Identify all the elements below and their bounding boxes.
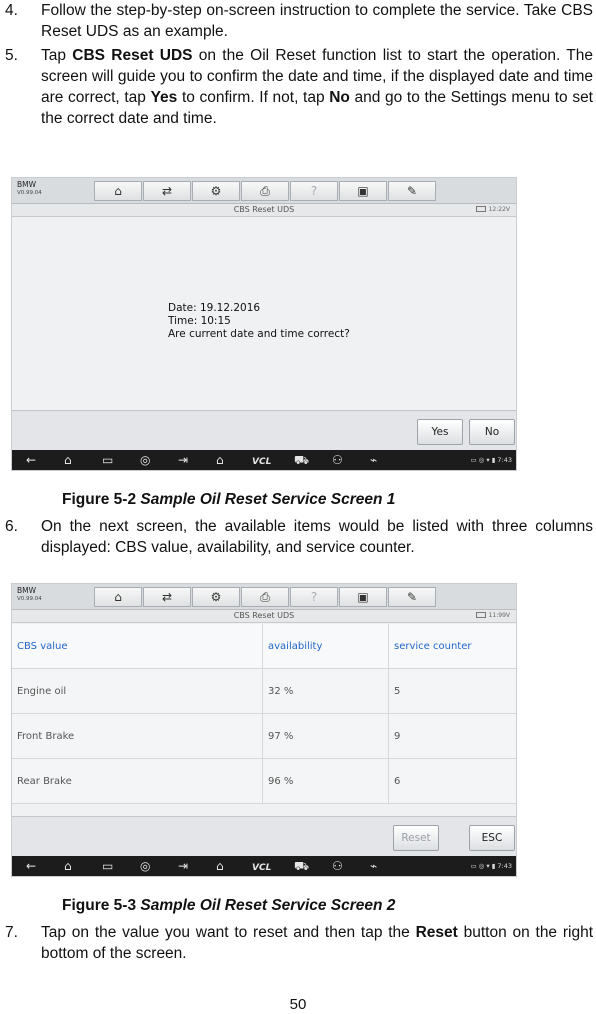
- step-4: 4. Follow the step-by-step on-screen ins…: [5, 0, 593, 42]
- service-icon[interactable]: ⚇: [332, 858, 343, 874]
- screenshot-icon[interactable]: ⇥: [178, 452, 188, 468]
- home-icon[interactable]: ⌂: [64, 452, 72, 468]
- help-icon[interactable]: ?: [290, 181, 338, 201]
- cell-service-counter[interactable]: 5: [389, 669, 516, 714]
- button-bar: Yes No: [12, 410, 516, 450]
- step-6: 6. On the next screen, the available ite…: [5, 516, 593, 558]
- time-line: Time: 10:15: [168, 315, 231, 327]
- maxi-home-icon[interactable]: ⌂: [216, 452, 224, 468]
- table-row[interactable]: Engine oil 32 % 5: [12, 669, 516, 714]
- car-icon[interactable]: ⛟: [294, 452, 309, 468]
- step-number: 7.: [5, 924, 18, 941]
- android-nav-bar: ▭ ◎ ▾ ▮ 7:43 ← ⌂ ▭ ◎ ⇥ ⌂ VCL ⛟ ⚇ ⌁: [12, 856, 516, 876]
- gear-icon[interactable]: ⚙: [192, 181, 240, 201]
- home-icon[interactable]: ⌂: [64, 858, 72, 874]
- printer-icon[interactable]: ⎙: [241, 181, 289, 201]
- reset-button[interactable]: Reset: [393, 825, 439, 851]
- vehicle-swap-icon[interactable]: ⇄: [143, 587, 191, 607]
- screenshot-oil-reset-2: BMW V0.99.04 ⌂ ⇄ ⚙ ⎙? ▣ ✎ CBS Reset UDS 11:99V…: [11, 583, 517, 877]
- back-icon[interactable]: ←: [26, 452, 36, 468]
- pen-icon[interactable]: ✎: [388, 181, 436, 201]
- reset-term: Reset: [415, 924, 458, 941]
- no-button[interactable]: No: [469, 419, 515, 445]
- recent-apps-icon[interactable]: ▭: [102, 858, 113, 874]
- battery-icon: [475, 206, 486, 212]
- toolbar-buttons: ⌂ ⇄ ⚙ ⎙? ▣ ✎: [94, 587, 437, 607]
- vehicle-brand: BMW V0.99.04: [17, 180, 42, 196]
- cell-service-counter[interactable]: 6: [389, 759, 516, 804]
- maxi-home-icon[interactable]: ⌂: [216, 858, 224, 874]
- window-title: CBS Reset UDS: [233, 205, 295, 214]
- help-icon[interactable]: ?: [290, 587, 338, 607]
- connection-icon[interactable]: ⌁: [370, 858, 377, 874]
- printer-icon[interactable]: ⎙: [241, 587, 289, 607]
- table-row[interactable]: Front Brake 97 % 9: [12, 714, 516, 759]
- screenshot-oil-reset-1: BMW V0.99.04 ⌂ ⇄ ⚙ ⎙? ▣ ✎ CBS Reset UDS 12:22V…: [11, 177, 517, 471]
- step-5: 5. Tap CBS Reset UDS on the Oil Reset fu…: [5, 45, 593, 155]
- back-icon[interactable]: ←: [26, 858, 36, 874]
- gear-icon[interactable]: ⚙: [192, 587, 240, 607]
- save-icon[interactable]: ▣: [339, 181, 387, 201]
- status-time: ▭ ◎ ▾ ▮ 7:43: [470, 456, 512, 464]
- cell-cbs-value[interactable]: Front Brake: [12, 714, 263, 759]
- table-row[interactable]: Rear Brake 96 % 6: [12, 759, 516, 804]
- button-bar: Reset ESC: [12, 816, 516, 856]
- esc-button[interactable]: ESC: [469, 825, 515, 851]
- home-icon[interactable]: ⌂: [94, 181, 142, 201]
- window-titlebar: CBS Reset UDS 12:22V: [12, 204, 516, 217]
- vehicle-brand: BMW V0.99.04: [17, 586, 42, 602]
- home-icon[interactable]: ⌂: [94, 587, 142, 607]
- cell-availability[interactable]: 97 %: [263, 714, 389, 759]
- cell-service-counter[interactable]: 9: [389, 714, 516, 759]
- recent-apps-icon[interactable]: ▭: [102, 452, 113, 468]
- figure-caption-1: Figure 5-2 Sample Oil Reset Service Scre…: [62, 491, 396, 508]
- pen-icon[interactable]: ✎: [388, 587, 436, 607]
- screenshot-icon[interactable]: ⇥: [178, 858, 188, 874]
- browser-icon[interactable]: ◎: [140, 858, 150, 874]
- cell-cbs-value[interactable]: Rear Brake: [12, 759, 263, 804]
- no-term: No: [329, 89, 350, 106]
- step-number: 5.: [5, 47, 18, 64]
- browser-icon[interactable]: ◎: [140, 452, 150, 468]
- vcl-icon[interactable]: VCL: [252, 454, 271, 470]
- cell-availability[interactable]: 96 %: [263, 759, 389, 804]
- cell-cbs-value[interactable]: Engine oil: [12, 669, 263, 714]
- android-nav-bar: ▭ ◎ ▾ ▮ 7:43 ← ⌂ ▭ ◎ ⇥ ⌂ VCL ⛟ ⚇ ⌁: [12, 450, 516, 470]
- vehicle-swap-icon[interactable]: ⇄: [143, 181, 191, 201]
- date-line: Date: 19.12.2016: [168, 302, 261, 314]
- cbs-reset-uds-term: CBS Reset UDS: [72, 47, 193, 64]
- yes-button[interactable]: Yes: [417, 419, 463, 445]
- car-icon[interactable]: ⛟: [294, 858, 309, 874]
- step-text: Tap CBS Reset UDS on the Oil Reset funct…: [41, 47, 594, 127]
- window-title: CBS Reset UDS: [233, 611, 295, 620]
- battery-icon: [475, 612, 486, 618]
- status-time: ▭ ◎ ▾ ▮ 7:43: [470, 862, 512, 870]
- status-clock: 11:99V: [475, 612, 510, 619]
- confirm-message: Date: 19.12.2016 Time: 10:15 Are current…: [168, 302, 350, 341]
- step-text: On the next screen, the available items …: [41, 518, 593, 556]
- question-line: Are current date and time correct?: [168, 328, 350, 340]
- yes-term: Yes: [150, 89, 178, 106]
- step-text: Follow the step-by-step on-screen instru…: [41, 2, 593, 40]
- service-icon[interactable]: ⚇: [332, 452, 343, 468]
- cell-availability[interactable]: 32 %: [263, 669, 389, 714]
- toolbar-buttons: ⌂ ⇄ ⚙ ⎙? ▣ ✎: [94, 181, 437, 201]
- connection-icon[interactable]: ⌁: [370, 452, 377, 468]
- figure-caption-2: Figure 5-3 Sample Oil Reset Service Scre…: [62, 897, 396, 914]
- save-icon[interactable]: ▣: [339, 587, 387, 607]
- step-number: 6.: [5, 518, 18, 535]
- tablet-toolbar: BMW V0.99.04 ⌂ ⇄ ⚙ ⎙? ▣ ✎: [12, 584, 516, 610]
- status-clock: 12:22V: [475, 206, 510, 213]
- vcl-icon[interactable]: VCL: [252, 860, 271, 876]
- page-number: 50: [289, 996, 307, 1013]
- step-7: 7. Tap on the value you want to reset an…: [5, 922, 593, 964]
- tablet-toolbar: BMW V0.99.04 ⌂ ⇄ ⚙ ⎙? ▣ ✎: [12, 178, 516, 204]
- header-service-counter: service counter: [394, 641, 472, 652]
- header-cbs-value: CBS value: [12, 624, 263, 669]
- table-header-row: CBS value availability service counter: [12, 624, 516, 669]
- step-text: Tap on the value you want to reset and t…: [41, 924, 593, 962]
- step-number: 4.: [5, 2, 18, 19]
- header-availability: availability: [263, 624, 389, 669]
- window-titlebar: CBS Reset UDS 11:99V: [12, 610, 516, 623]
